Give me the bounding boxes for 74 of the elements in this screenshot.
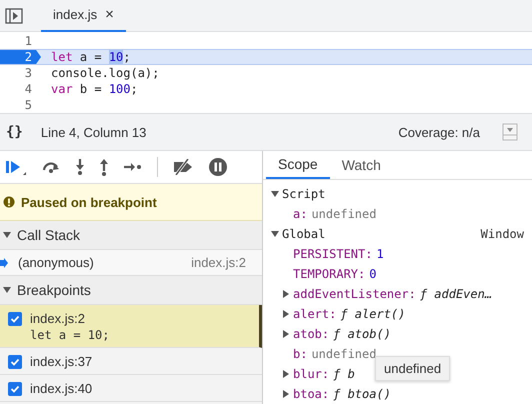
breakpoint-location: index.js:40 — [30, 381, 92, 396]
line-number: 2 — [0, 50, 41, 64]
property-value: undefined — [311, 347, 376, 361]
breakpoint-item[interactable]: index.js:37 — [0, 348, 262, 375]
property-value: undefined — [311, 207, 376, 221]
pretty-print-button[interactable]: {} — [6, 124, 23, 140]
line-number: 3 — [24, 66, 33, 80]
property-name: blur: — [293, 367, 330, 381]
checkbox[interactable] — [8, 382, 22, 396]
line-number: 1 — [24, 34, 33, 48]
deactivate-breakpoints-icon[interactable] — [172, 159, 194, 175]
close-icon[interactable]: × — [105, 6, 114, 23]
file-tab[interactable]: index.js × — [41, 0, 126, 32]
panel-tab[interactable]: Scope — [266, 151, 330, 179]
section-header[interactable]: Call Stack — [0, 221, 262, 250]
scope-title[interactable]: Global — [282, 227, 326, 241]
code-line: console.log(a); — [51, 66, 160, 80]
property-value: 1 — [376, 247, 384, 261]
property-name: a: — [293, 207, 308, 221]
section-title: Breakpoints — [17, 282, 91, 298]
panel-tab[interactable]: Watch — [330, 151, 393, 179]
property-name: btoa: — [293, 387, 330, 401]
step-icon[interactable] — [123, 162, 143, 172]
section-header[interactable]: Breakpoints — [0, 276, 262, 305]
triangle-icon[interactable] — [283, 290, 289, 298]
step-over-icon[interactable] — [41, 160, 61, 174]
info-icon — [3, 196, 15, 208]
coverage-label: Coverage: n/a — [398, 124, 480, 140]
triangle-icon[interactable] — [283, 370, 289, 378]
triangle-icon — [3, 232, 11, 238]
checkbox[interactable] — [8, 312, 22, 326]
line-number: 4 — [24, 82, 33, 96]
breakpoint-item[interactable]: index.js:2 let a = 10; — [0, 305, 262, 348]
property-value: ƒ b — [333, 367, 355, 381]
property-name: atob: — [293, 327, 330, 341]
code-line: let a = 10; — [51, 50, 130, 64]
step-out-icon[interactable] — [99, 158, 109, 176]
section-title: Call Stack — [17, 227, 80, 243]
triangle-icon[interactable] — [283, 310, 289, 318]
frame-name: (anonymous) — [18, 255, 94, 270]
breakpoint-item[interactable]: index.js:40 — [0, 375, 262, 402]
property-name: addEventListener: — [293, 287, 416, 301]
pause-icon[interactable] — [208, 157, 228, 177]
triangle-icon[interactable] — [283, 330, 289, 338]
triangle-icon[interactable] — [271, 191, 279, 197]
checkbox[interactable] — [8, 355, 22, 369]
paused-message: Paused on breakpoint — [21, 194, 157, 210]
frame-location: index.js:2 — [191, 255, 246, 270]
property-value: ƒ alert() — [340, 307, 406, 321]
property-value: ƒ atob() — [333, 327, 391, 341]
drawer-toggle-icon[interactable] — [502, 123, 518, 141]
property-name: PERSISTENT: — [293, 247, 372, 261]
tooltip: undefined — [375, 356, 450, 381]
breakpoint-code: let a = 10; — [30, 328, 110, 342]
property-value: 0 — [369, 267, 376, 281]
triangle-icon — [3, 287, 11, 293]
breakpoint-location: index.js:2 — [30, 311, 86, 326]
property-value: ƒ btoa() — [333, 387, 391, 401]
line-number: 5 — [24, 98, 33, 112]
step-into-icon[interactable] — [75, 158, 85, 176]
property-name: alert: — [293, 307, 336, 321]
scope-value: Window — [480, 227, 525, 241]
triangle-icon[interactable] — [283, 390, 289, 398]
triangle-icon[interactable] — [271, 231, 279, 237]
resume-icon[interactable] — [5, 158, 27, 176]
property-name: b: — [293, 347, 308, 361]
breakpoint-location: index.js:37 — [30, 354, 92, 369]
property-value: ƒ addEven… — [420, 287, 492, 301]
property-name: TEMPORARY: — [293, 267, 366, 281]
code-line: var b = 100; — [51, 82, 138, 96]
navigator-toggle-icon[interactable] — [5, 8, 23, 24]
scope-title[interactable]: Script — [282, 187, 326, 201]
call-frame[interactable]: (anonymous) index.js:2 — [0, 250, 262, 276]
cursor-position: Line 4, Column 13 — [40, 124, 146, 140]
